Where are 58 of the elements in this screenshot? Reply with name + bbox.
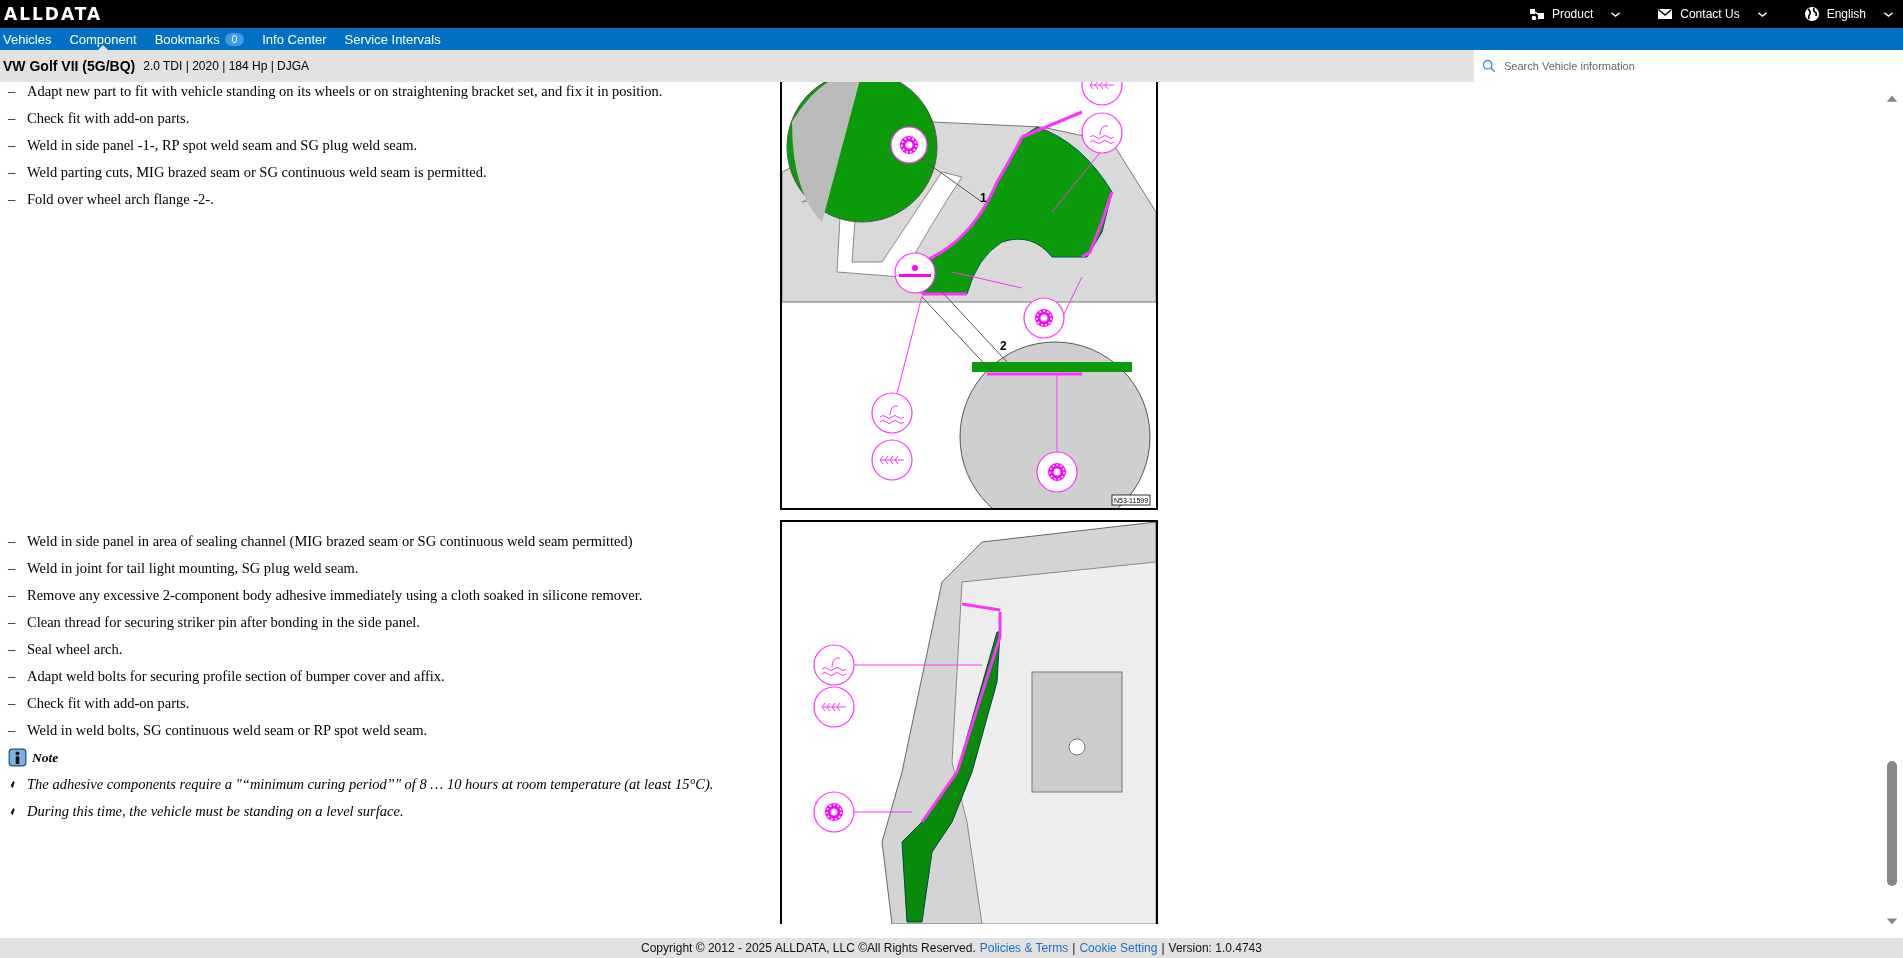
dash-marker: – [8, 82, 17, 101]
count-badge: 0 [224, 32, 245, 46]
dash-marker: – [8, 667, 17, 686]
search-box[interactable]: Search Vehicle information [1474, 50, 1903, 82]
globe-icon [1802, 6, 1821, 22]
vehicle-title: VW Golf VII (5G/BQ) [3, 58, 136, 74]
top-menu-button[interactable]: Contact Us [1656, 6, 1769, 22]
dash-marker: – [8, 109, 17, 128]
dash-marker: – [8, 721, 17, 740]
callout-number: 1 [980, 191, 987, 205]
note-title: Note [32, 749, 59, 766]
blocks-icon [1527, 6, 1546, 22]
footer-link[interactable]: Cookie Setting [1079, 941, 1158, 955]
separator-text: | [1072, 941, 1076, 955]
callout-number: 2 [1000, 339, 1007, 353]
dash-marker: – [8, 532, 17, 551]
envelope-icon [1656, 6, 1675, 22]
instruction-text: Remove any excessive 2-component body adhesive immediately using a cloth soaked in silicone remover. [27, 586, 643, 605]
note-text: The adhesive components require a "“minimum curing period”" of 8 … 10 hours at room temperature (at least 15°C). [27, 775, 714, 794]
scrollbar-thumb[interactable] [1887, 761, 1897, 886]
instruction-text: Clean thread for securing striker pin after bonding in the side panel. [27, 613, 420, 632]
dash-marker: – [8, 163, 17, 182]
instruction-text: Weld in side panel -1-, RP spot weld seam and SG plug weld seam. [27, 136, 418, 155]
dash-marker: – [8, 586, 17, 605]
footer-text: Copyright © 2012 - 2025 ALLDATA, LLC ©All Rights Reserved. [641, 941, 976, 955]
top-menu-button[interactable]: English [1802, 6, 1895, 22]
dash-marker: – [8, 190, 17, 209]
instruction-text: Fold over wheel arch flange -2-. [27, 190, 214, 209]
footer-link[interactable]: Policies & Terms [979, 941, 1069, 955]
bullet-icon [8, 806, 16, 817]
nav-tab[interactable]: Bookmarks 0 [154, 28, 245, 50]
instruction-text: Seal wheel arch. [27, 640, 123, 659]
alldata-logo[interactable]: ALLDATA [4, 4, 103, 24]
dash-marker: – [8, 640, 17, 659]
instruction-text: Adapt weld bolts for securing profile section of bumper cover and affix. [27, 667, 445, 686]
search-icon [1482, 59, 1496, 73]
instruction-text: Weld in weld bolts, SG continuous weld seam or RP spot weld seam. [27, 721, 428, 740]
instruction-text: Weld in joint for tail light mounting, SG plug weld seam. [27, 559, 359, 578]
info-icon [8, 748, 27, 767]
dash-marker: – [8, 694, 17, 713]
instruction-text: Weld parting cuts, MIG brazed seam or SG continuous weld seam is permitted. [27, 163, 487, 182]
footer-text: Version: 1.0.4743 [1168, 941, 1262, 955]
instruction-text: Check fit with add-on parts. [27, 694, 190, 713]
nav-tab[interactable]: Info Center [262, 28, 327, 50]
nav-tab[interactable]: Service Intervals [344, 28, 441, 50]
dash-marker: – [8, 559, 17, 578]
instruction-text: Adapt new part to fit with vehicle standing on its wheels or on straightening bracket set, and fix it in position. [27, 82, 663, 101]
dash-marker: – [8, 613, 17, 632]
instruction-text: Check fit with add-on parts. [27, 109, 190, 128]
note-text: During this time, the vehicle must be standing on a level surface. [27, 802, 404, 821]
dash-marker: – [8, 136, 17, 155]
nav-tab[interactable]: Vehicles [3, 28, 52, 50]
vehicle-details: 2.0 TDI | 2020 | 184 Hp | DJGA [143, 59, 310, 73]
separator-text: | [1161, 941, 1165, 955]
bullet-icon [8, 779, 16, 790]
instruction-text: Weld in side panel in area of sealing channel (MIG brazed seam or SG continuous weld seam permitted) [27, 532, 633, 551]
search-field[interactable]: Search Vehicle information [1502, 59, 1903, 73]
top-menu-button[interactable]: Product [1527, 6, 1623, 22]
